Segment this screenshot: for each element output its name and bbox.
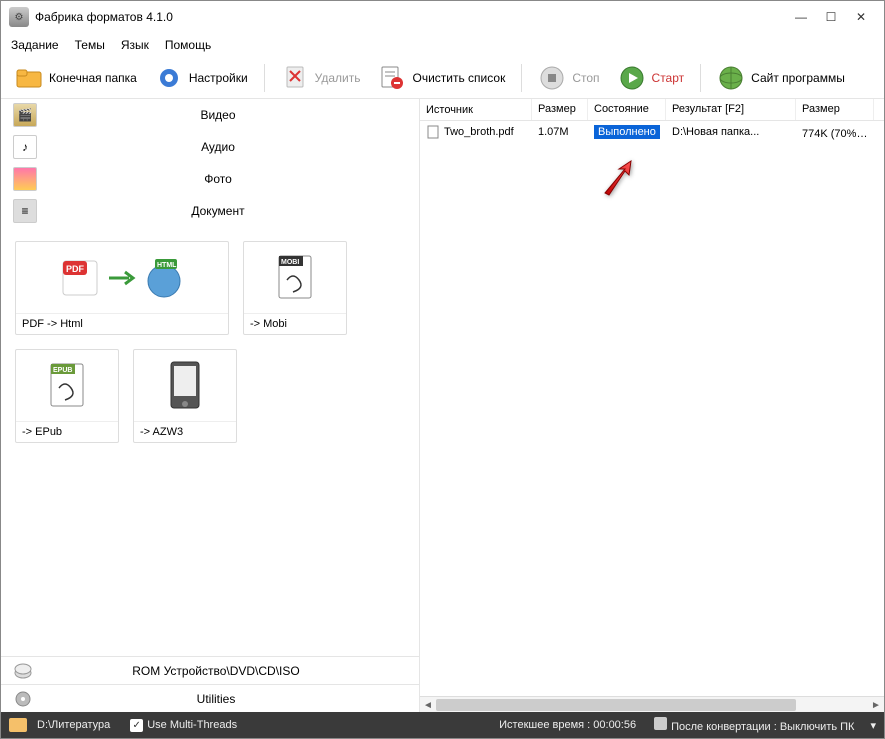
category-list: 🎬 Видео ♪ Аудио Фото ≡ Документ (1, 99, 419, 227)
play-icon (618, 64, 646, 92)
utilities-category[interactable]: Utilities (1, 684, 419, 712)
site-button[interactable]: Сайт программы (711, 60, 851, 96)
category-audio[interactable]: ♪ Аудио (1, 131, 419, 163)
category-photo-label: Фото (77, 172, 419, 186)
utilities-label: Utilities (93, 692, 419, 706)
svg-text:MOBI: MOBI (281, 259, 299, 266)
scroll-right-icon[interactable]: ► (868, 697, 884, 713)
document-icon: ≡ (13, 199, 37, 223)
grid-header: Источник Размер Состояние Результат [F2]… (420, 99, 884, 121)
menu-language[interactable]: Язык (121, 38, 149, 52)
folder-icon (15, 64, 43, 92)
format-epub-label: -> EPub (16, 421, 118, 442)
cell-size: 1.07M (532, 124, 588, 140)
clear-label: Очистить список (412, 71, 505, 85)
video-icon: 🎬 (13, 103, 37, 127)
cell-result: D:\Новая папка... (666, 124, 796, 140)
col-size[interactable]: Размер (532, 99, 588, 120)
cell-size2: 774K (70%) (802, 128, 867, 140)
globe-icon (717, 64, 745, 92)
col-state[interactable]: Состояние (588, 99, 666, 120)
gear-icon (155, 64, 183, 92)
file-icon (426, 125, 440, 139)
svg-text:EPUB: EPUB (53, 367, 72, 374)
col-result[interactable]: Результат [F2] (666, 99, 796, 120)
app-icon: ⚙ (9, 7, 29, 27)
titlebar: ⚙ Фабрика форматов 4.1.0 — ☐ ✕ (1, 1, 884, 33)
category-document-label: Документ (77, 204, 419, 218)
separator (264, 64, 265, 92)
cell-state: Выполнено (594, 125, 660, 139)
format-pdf-html[interactable]: PDF HTML PDF -> Html (15, 241, 229, 335)
stop-icon (538, 64, 566, 92)
menu-themes[interactable]: Темы (75, 38, 105, 52)
settings-label: Настройки (189, 71, 248, 85)
stop-label: Стоп (572, 71, 599, 85)
format-pdf-html-label: PDF -> Html (16, 313, 228, 334)
format-epub[interactable]: EPUB -> EPub (15, 349, 119, 443)
svg-text:PDF: PDF (66, 264, 85, 274)
output-folder-button[interactable]: Конечная папка (9, 60, 143, 96)
rom-label: ROM Устройство\DVD\CD\ISO (93, 664, 419, 678)
status-dropdown-icon[interactable]: ▾ (870, 719, 876, 732)
scroll-thumb[interactable] (436, 699, 796, 711)
format-mobi-label: -> Mobi (244, 313, 346, 334)
format-azw3-label: -> AZW3 (134, 421, 236, 442)
site-label: Сайт программы (751, 71, 845, 85)
toolbar: Конечная папка Настройки Удалить Очистит… (1, 57, 884, 99)
start-button[interactable]: Старт (612, 60, 691, 96)
category-video[interactable]: 🎬 Видео (1, 99, 419, 131)
content: 🎬 Видео ♪ Аудио Фото ≡ Документ PDF (1, 99, 884, 712)
after-convert-label: После конвертации : Выключить ПК (671, 721, 854, 733)
category-audio-label: Аудио (77, 140, 419, 154)
col-size2[interactable]: Размер (796, 99, 874, 120)
statusbar: D:\Литература ✓Use Multi-Threads Истекше… (1, 712, 884, 738)
col-source[interactable]: Источник (420, 99, 532, 120)
delete-label: Удалить (315, 71, 361, 85)
horizontal-scrollbar[interactable]: ◄ ► (420, 696, 884, 712)
format-azw3[interactable]: -> AZW3 (133, 349, 237, 443)
delete-button[interactable]: Удалить (275, 60, 367, 96)
menubar: Задание Темы Язык Помощь (1, 33, 884, 57)
multithread-checkbox[interactable]: ✓Use Multi-Threads (130, 719, 237, 732)
minimize-button[interactable]: — (786, 7, 816, 27)
category-photo[interactable]: Фото (1, 163, 419, 195)
category-video-label: Видео (77, 108, 419, 122)
right-pane: Источник Размер Состояние Результат [F2]… (419, 99, 884, 712)
close-button[interactable]: ✕ (846, 7, 876, 27)
folder-icon[interactable] (9, 718, 27, 732)
format-mobi[interactable]: MOBI -> Mobi (243, 241, 347, 335)
separator (521, 64, 522, 92)
rom-category[interactable]: ROM Устройство\DVD\CD\ISO (1, 656, 419, 684)
table-row[interactable]: Two_broth.pdf 1.07M Выполнено D:\Новая п… (420, 121, 884, 143)
cell-source: Two_broth.pdf (444, 126, 514, 138)
menu-help[interactable]: Помощь (165, 38, 211, 52)
photo-icon (13, 167, 37, 191)
status-path[interactable]: D:\Литература (37, 719, 110, 731)
format-grid: PDF HTML PDF -> Html MOBI -> Mobi EPUB -… (1, 227, 419, 656)
clear-list-button[interactable]: Очистить список (372, 60, 511, 96)
after-convert-checkbox[interactable]: После конвертации : Выключить ПК (654, 717, 854, 733)
menu-task[interactable]: Задание (11, 38, 59, 52)
multithread-label: Use Multi-Threads (147, 719, 237, 731)
disc-icon (13, 661, 33, 681)
grid-empty (420, 143, 884, 696)
window-title: Фабрика форматов 4.1.0 (35, 10, 786, 24)
svg-text:HTML: HTML (157, 262, 177, 269)
settings-button[interactable]: Настройки (149, 60, 254, 96)
start-label: Старт (652, 71, 685, 85)
stop-button[interactable]: Стоп (532, 60, 605, 96)
clear-icon (378, 64, 406, 92)
separator (700, 64, 701, 92)
maximize-button[interactable]: ☐ (816, 7, 846, 27)
delete-icon (281, 64, 309, 92)
audio-icon: ♪ (13, 135, 37, 159)
left-pane: 🎬 Видео ♪ Аудио Фото ≡ Документ PDF (1, 99, 419, 712)
category-document[interactable]: ≡ Документ (1, 195, 419, 227)
status-elapsed: Истекшее время : 00:00:56 (499, 719, 636, 731)
gear-icon (13, 689, 33, 709)
output-folder-label: Конечная папка (49, 71, 137, 85)
scroll-left-icon[interactable]: ◄ (420, 697, 436, 713)
